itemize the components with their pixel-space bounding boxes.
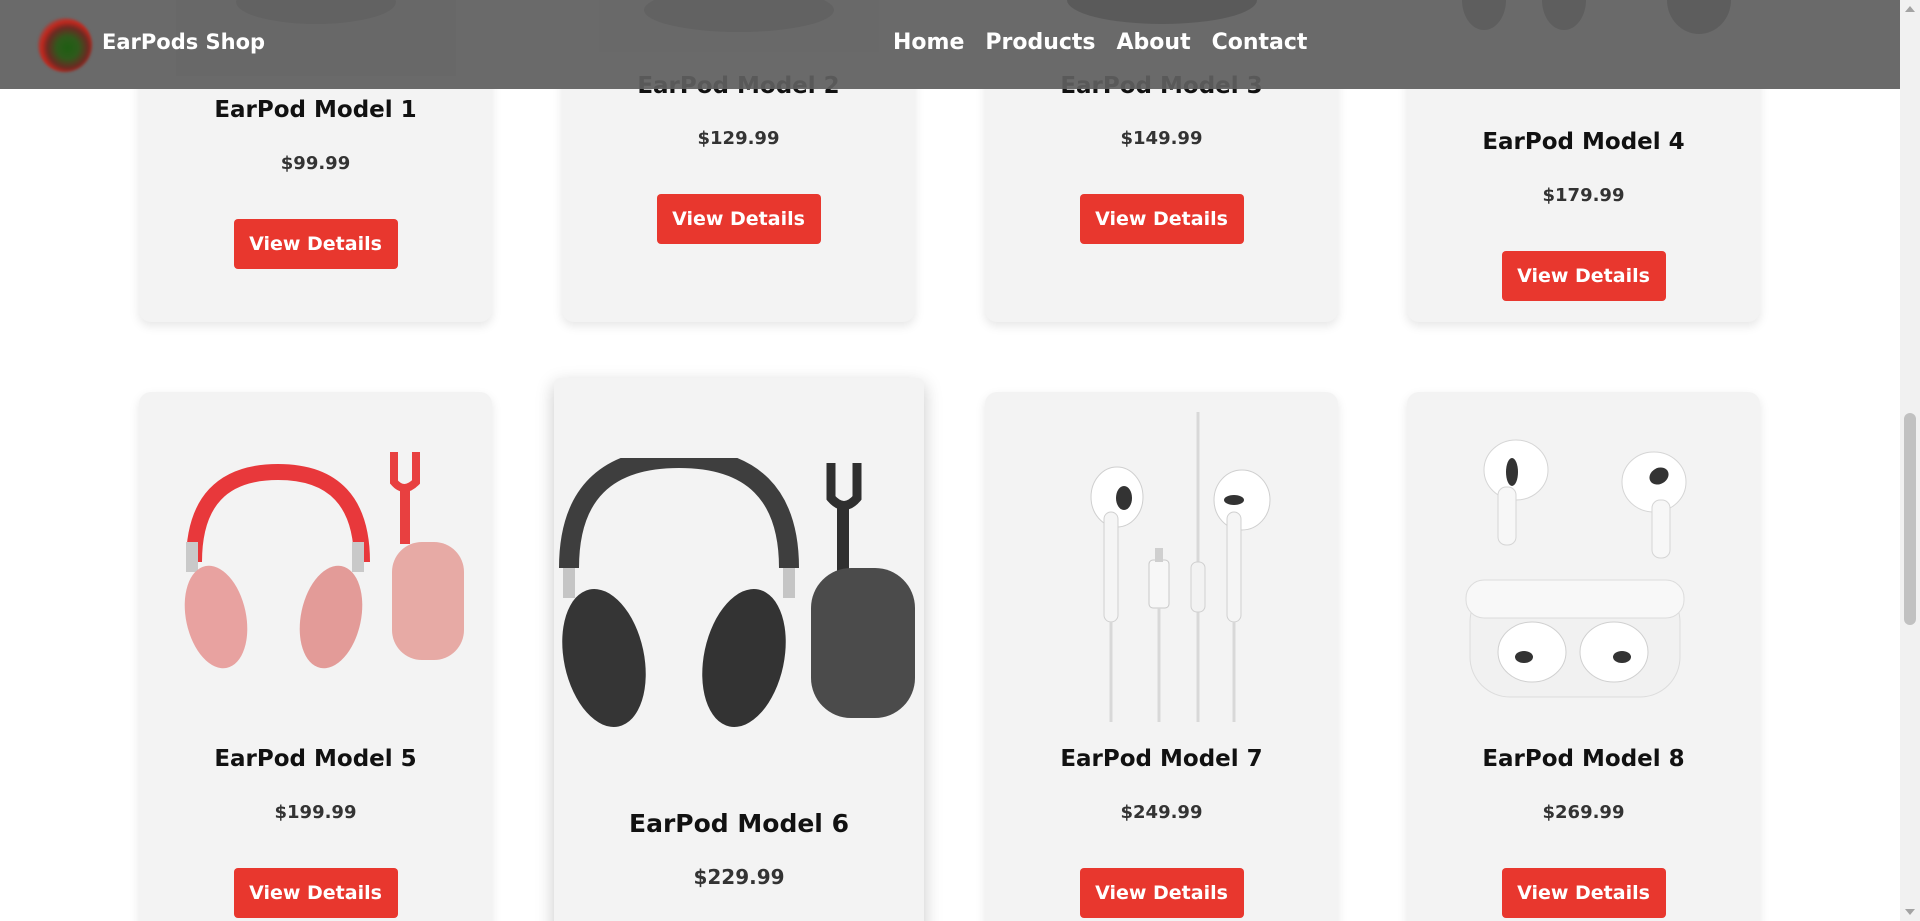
earpods-logo-icon[interactable] <box>38 18 92 72</box>
scrollbar-thumb[interactable] <box>1904 413 1916 625</box>
scroll-down-icon[interactable] <box>1905 909 1915 915</box>
product-price: $269.99 <box>1542 802 1625 823</box>
product-price: $199.99 <box>274 802 357 823</box>
product-card-7: EarPod Model 7 $249.99 View Details <box>985 392 1338 921</box>
view-details-button[interactable]: View Details <box>1501 251 1666 301</box>
brand-name[interactable]: EarPods Shop <box>102 30 265 54</box>
view-details-button[interactable]: View Details <box>1079 868 1244 918</box>
view-details-button[interactable]: View Details <box>656 194 821 244</box>
product-name: EarPod Model 4 <box>1482 129 1685 155</box>
headphones-space-gray-icon <box>554 458 924 758</box>
product-name: EarPod Model 6 <box>629 809 849 838</box>
site-header: EarPods Shop Home Products About Contact <box>0 0 1900 89</box>
main-nav: Home Products About Contact <box>893 30 1307 55</box>
product-price: $229.99 <box>693 865 785 889</box>
nav-home[interactable]: Home <box>893 30 964 55</box>
product-name: EarPod Model 5 <box>214 746 417 772</box>
view-details-button[interactable]: View Details <box>233 868 398 918</box>
product-price: $149.99 <box>1120 128 1203 149</box>
product-price: $129.99 <box>697 128 780 149</box>
product-price: $249.99 <box>1120 802 1203 823</box>
product-name: EarPod Model 1 <box>214 97 417 123</box>
product-name: EarPod Model 8 <box>1482 746 1685 772</box>
airpods-3rd-gen-icon <box>1407 432 1760 702</box>
product-price: $179.99 <box>1542 185 1625 206</box>
product-price: $99.99 <box>280 153 351 174</box>
scroll-up-icon[interactable] <box>1905 6 1915 12</box>
product-card-8: EarPod Model 8 $269.99 View Details <box>1407 392 1760 921</box>
headphones-pink-icon <box>139 442 492 672</box>
nav-about[interactable]: About <box>1117 30 1191 55</box>
product-card-5: EarPod Model 5 $199.99 View Details <box>139 392 492 921</box>
wired-earpods-icon <box>985 412 1338 732</box>
product-card-6: EarPod Model 6 $229.99 <box>554 378 924 921</box>
nav-contact[interactable]: Contact <box>1212 30 1308 55</box>
vertical-scrollbar[interactable] <box>1900 0 1920 921</box>
view-details-button[interactable]: View Details <box>1079 194 1244 244</box>
view-details-button[interactable]: View Details <box>233 219 398 269</box>
view-details-button[interactable]: View Details <box>1501 868 1666 918</box>
nav-products[interactable]: Products <box>985 30 1095 55</box>
product-name: EarPod Model 7 <box>1060 746 1263 772</box>
